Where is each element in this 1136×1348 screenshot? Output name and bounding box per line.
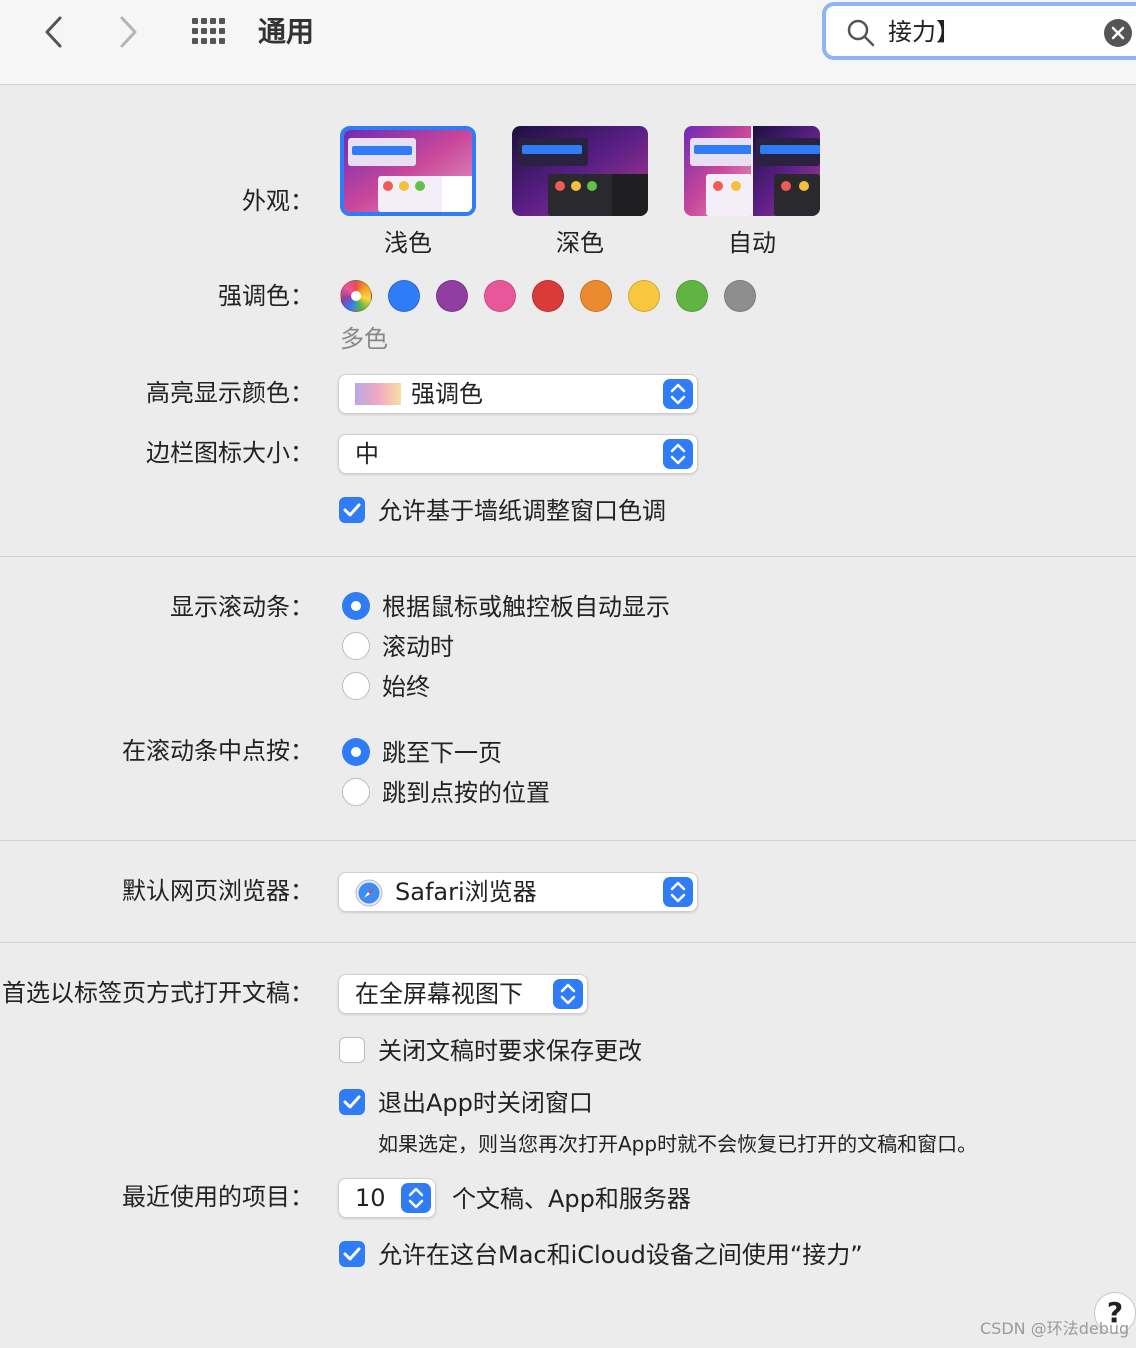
- page-title: 通用: [258, 15, 315, 48]
- default-browser-popup[interactable]: Safari浏览器: [338, 872, 698, 912]
- search-input[interactable]: 接力】: [888, 14, 960, 50]
- click-scrollbar-option-spot[interactable]: 跳到点按的位置: [382, 776, 550, 810]
- close-icon: [1111, 26, 1125, 40]
- recent-items-label: 最近使用的项目：: [122, 1183, 314, 1211]
- click-scrollbar-label: 在滚动条中点按：: [122, 737, 314, 765]
- scrollbars-option-auto[interactable]: 根据鼠标或触控板自动显示: [382, 590, 670, 624]
- close-windows-checkbox[interactable]: [339, 1089, 365, 1115]
- toolbar: 通用 接力】: [0, 0, 1136, 85]
- prefer-tabs-value: 在全屏幕视图下: [355, 980, 523, 1008]
- checkmark-icon: [343, 1095, 361, 1109]
- sidebar-icon-size-value: 中: [355, 440, 379, 468]
- divider: [0, 942, 1136, 943]
- selected-dot-icon: [351, 291, 361, 301]
- prefer-tabs-popup[interactable]: 在全屏幕视图下: [338, 974, 588, 1014]
- click-scrollbar-radio-next-page[interactable]: [342, 738, 370, 766]
- accent-swatch-multicolor[interactable]: [340, 280, 372, 312]
- light-mode-preview-icon: [344, 130, 472, 212]
- grid-icon: [192, 18, 225, 44]
- accent-swatch-blue[interactable]: [388, 280, 420, 312]
- close-windows-note: 如果选定，则当您再次打开App时就不会恢复已打开的文稿和窗口。: [378, 1132, 978, 1156]
- popup-stepper-icon: [553, 979, 583, 1009]
- clear-search-button[interactable]: [1104, 19, 1132, 47]
- watermark: CSDN @环法debug: [980, 1319, 1130, 1338]
- appearance-auto-thumbnail[interactable]: [684, 126, 820, 216]
- handoff-label[interactable]: 允许在这台Mac和iCloud设备之间使用“接力”: [378, 1238, 863, 1272]
- forward-button[interactable]: [108, 12, 148, 52]
- safari-compass-icon: [355, 879, 383, 907]
- default-browser-value: Safari浏览器: [395, 878, 537, 906]
- accent-swatch-graphite[interactable]: [724, 280, 756, 312]
- back-button[interactable]: [34, 12, 74, 52]
- search-icon: [847, 19, 875, 47]
- click-scrollbar-radio-spot[interactable]: [342, 778, 370, 806]
- sidebar-icon-size-popup[interactable]: 中: [338, 434, 698, 474]
- wallpaper-tint-label[interactable]: 允许基于墙纸调整窗口色调: [378, 494, 666, 528]
- checkmark-icon: [343, 503, 361, 517]
- accent-swatch-yellow[interactable]: [628, 280, 660, 312]
- appearance-auto-label[interactable]: 自动: [684, 226, 820, 260]
- search-field[interactable]: 接力】: [822, 2, 1136, 60]
- scrollbars-radio-auto[interactable]: [342, 592, 370, 620]
- appearance-light-thumbnail[interactable]: [340, 126, 476, 216]
- recent-items-value: 10: [355, 1184, 386, 1212]
- show-scrollbars-label: 显示滚动条：: [170, 593, 314, 621]
- accent-swatch-red[interactable]: [532, 280, 564, 312]
- appearance-dark-label[interactable]: 深色: [512, 226, 648, 260]
- accent-swatch-purple[interactable]: [436, 280, 468, 312]
- ask-save-label[interactable]: 关闭文稿时要求保存更改: [378, 1034, 642, 1068]
- handoff-checkbox[interactable]: [339, 1241, 365, 1267]
- auto-mode-preview-icon: [684, 126, 820, 216]
- highlight-color-label: 高亮显示颜色：: [146, 379, 314, 407]
- dark-mode-preview-icon: [512, 126, 648, 216]
- scrollbars-radio-always[interactable]: [342, 672, 370, 700]
- popup-stepper-icon: [663, 877, 693, 907]
- scrollbars-radio-scrolling[interactable]: [342, 632, 370, 660]
- highlight-color-value: 强调色: [411, 380, 483, 408]
- appearance-light-label[interactable]: 浅色: [340, 226, 476, 260]
- popup-stepper-icon: [663, 379, 693, 409]
- accent-selected-name: 多色: [340, 325, 388, 353]
- accent-swatch-green[interactable]: [676, 280, 708, 312]
- divider: [0, 840, 1136, 841]
- show-all-button[interactable]: [190, 12, 230, 52]
- highlight-gradient-icon: [355, 383, 401, 405]
- chevron-right-icon: [120, 16, 137, 48]
- appearance-label: 外观：: [242, 187, 314, 215]
- accent-swatch-pink[interactable]: [484, 280, 516, 312]
- appearance-dark-thumbnail[interactable]: [512, 126, 648, 216]
- close-windows-label[interactable]: 退出App时关闭窗口: [378, 1086, 593, 1120]
- click-scrollbar-option-next-page[interactable]: 跳至下一页: [382, 736, 502, 770]
- popup-stepper-icon: [401, 1183, 431, 1213]
- recent-items-suffix: 个文稿、App和服务器: [452, 1185, 691, 1213]
- divider: [0, 556, 1136, 557]
- scrollbars-option-scrolling[interactable]: 滚动时: [382, 630, 454, 664]
- scrollbars-option-always[interactable]: 始终: [382, 670, 430, 704]
- default-browser-label: 默认网页浏览器：: [122, 877, 314, 905]
- chevron-left-icon: [45, 16, 62, 48]
- accent-color-label: 强调色：: [218, 282, 314, 310]
- accent-swatch-orange[interactable]: [580, 280, 612, 312]
- wallpaper-tint-checkbox[interactable]: [339, 497, 365, 523]
- recent-items-popup[interactable]: 10: [338, 1178, 436, 1218]
- prefer-tabs-label: 首选以标签页方式打开文稿：: [2, 979, 314, 1007]
- checkmark-icon: [343, 1247, 361, 1261]
- highlight-color-popup[interactable]: 强调色: [338, 374, 698, 414]
- ask-save-checkbox[interactable]: [339, 1037, 365, 1063]
- popup-stepper-icon: [663, 439, 693, 469]
- sidebar-icon-size-label: 边栏图标大小：: [146, 439, 314, 467]
